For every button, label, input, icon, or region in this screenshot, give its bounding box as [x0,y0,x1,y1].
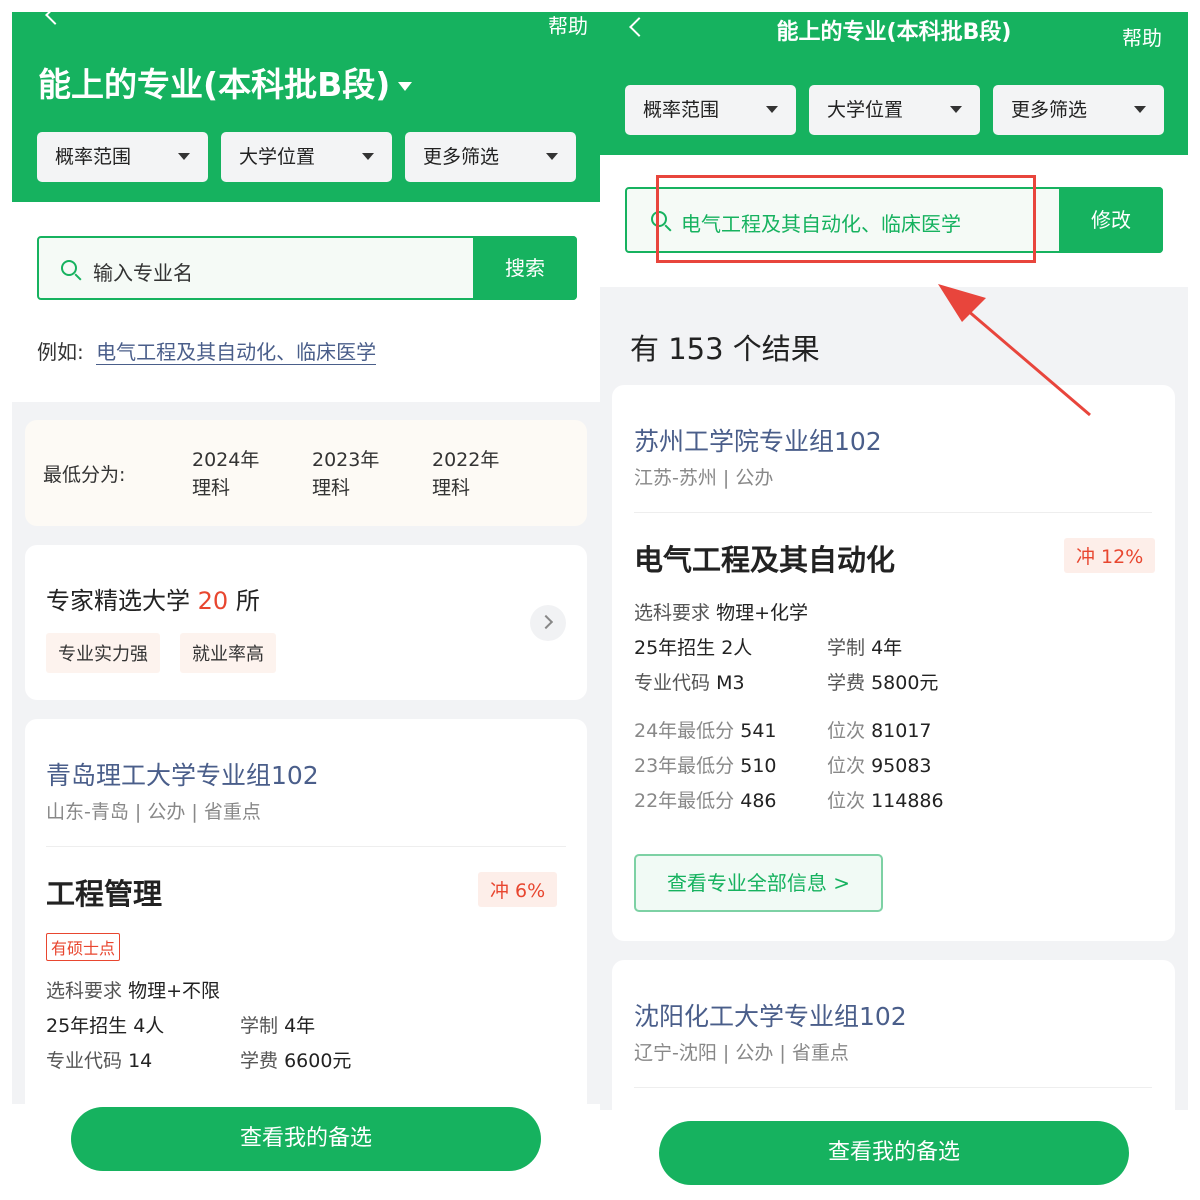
divider [634,1087,1152,1088]
year-2023[interactable]: 2023年 理科 [312,446,379,502]
filter-probability[interactable]: 概率范围 [625,85,796,135]
score-2022: 22年最低分 486 [634,790,777,812]
rank-2024: 位次 81017 [827,720,932,742]
subject-requirement: 选科要求 物理+化学 [634,602,808,624]
enrollment: 25年招生 4人 [46,1015,165,1037]
caret-down-icon [362,153,374,160]
bottom-bar: 查看我的备选 [12,1104,600,1194]
min-score-card: 最低分为: 2024年 理科 2023年 理科 2022年 理科 [25,420,587,526]
school-meta: 辽宁-沈阳 | 公办 | 省重点 [634,1042,849,1064]
caret-down-icon [950,106,962,113]
search-section: 输入专业名 搜索 例如: 电气工程及其自动化、临床医学 [12,202,600,402]
view-favorites-button[interactable]: 查看我的备选 [71,1107,541,1171]
header: 帮助 能上的专业(本科批B段) 概率范围 大学位置 更多筛选 [12,12,600,202]
example-link[interactable]: 电气工程及其自动化、临床医学 [96,340,377,365]
rush-badge: 冲 6% [478,872,558,907]
expert-title: 专家精选大学 20 所 [46,587,260,615]
school-name[interactable]: 沈阳化工大学专业组102 [634,997,907,1033]
duration: 学制 4年 [240,1015,316,1037]
major-code: 专业代码 14 [46,1050,153,1072]
view-all-info-button[interactable]: 查看专业全部信息 > [634,854,883,912]
help-link[interactable]: 帮助 [548,12,588,39]
school-card[interactable]: 苏州工学院专业组102 江苏-苏州 | 公办 电气工程及其自动化 冲 12% 选… [612,385,1175,941]
rank-2023: 位次 95083 [827,755,932,777]
score-2023: 23年最低分 510 [634,755,777,777]
caret-down-icon [178,153,190,160]
divider [634,512,1152,513]
school-card[interactable]: 青岛理工大学专业组102 山东-青岛 | 公办 | 省重点 工程管理 冲 6% … [25,719,587,1139]
divider [46,846,566,847]
duration: 学制 4年 [827,637,903,659]
school-meta: 山东-青岛 | 公办 | 省重点 [46,801,261,823]
left-screen: 帮助 能上的专业(本科批B段) 概率范围 大学位置 更多筛选 输入专业名 搜索 … [12,12,600,1194]
search-placeholder: 输入专业名 [93,261,193,285]
expert-card[interactable]: 专家精选大学 20 所 专业实力强 就业率高 [25,545,587,700]
help-link[interactable]: 帮助 [1122,22,1162,51]
tag-employment: 就业率高 [180,633,276,673]
annotation-arrow-icon [938,284,1091,417]
school-name[interactable]: 苏州工学院专业组102 [634,422,882,458]
tag-strength: 专业实力强 [46,633,160,673]
caret-down-icon [398,82,413,91]
year-2022[interactable]: 2022年 理科 [432,446,499,502]
major-name[interactable]: 工程管理 [46,871,162,913]
header: 能上的专业(本科批B段) 帮助 概率范围 大学位置 更多筛选 [600,12,1188,155]
modify-button[interactable]: 修改 [1059,187,1163,253]
right-screen: 能上的专业(本科批B段) 帮助 概率范围 大学位置 更多筛选 电气工程及其自动化… [600,12,1188,1194]
results-count: 有 153 个结果 [630,332,820,366]
filter-probability[interactable]: 概率范围 [37,132,208,182]
filter-location[interactable]: 大学位置 [221,132,392,182]
school-name[interactable]: 青岛理工大学专业组102 [46,756,319,792]
bottom-bar: 查看我的备选 [600,1110,1188,1194]
back-arrow-icon[interactable] [45,12,65,25]
major-code: 专业代码 M3 [634,672,745,694]
page-title[interactable]: 能上的专业(本科批B段) [38,58,413,106]
page-title[interactable]: 能上的专业(本科批B段) [600,14,1188,46]
chevron-right-icon[interactable] [530,605,566,641]
master-tag: 有硕士点 [46,933,121,961]
rank-2022: 位次 114886 [827,790,944,812]
filter-more[interactable]: 更多筛选 [993,85,1164,135]
search-button[interactable]: 搜索 [473,236,577,300]
example-row: 例如: 电气工程及其自动化、临床医学 [37,340,377,365]
filter-more[interactable]: 更多筛选 [405,132,576,182]
annotation-highlight-box [656,175,1036,263]
score-2024: 24年最低分 541 [634,720,777,742]
filter-location[interactable]: 大学位置 [809,85,980,135]
rush-badge: 冲 12% [1064,538,1156,573]
enrollment: 25年招生 2人 [634,637,753,659]
school-meta: 江苏-苏州 | 公办 [634,467,774,489]
tuition: 学费 6600元 [240,1050,352,1072]
caret-down-icon [1134,106,1146,113]
year-2024[interactable]: 2024年 理科 [192,446,259,502]
subject-requirement: 选科要求 物理+不限 [46,980,220,1002]
view-favorites-button[interactable]: 查看我的备选 [659,1121,1129,1185]
caret-down-icon [546,153,558,160]
tuition: 学费 5800元 [827,672,939,694]
major-name[interactable]: 电气工程及其自动化 [634,537,895,579]
search-icon [61,260,77,276]
caret-down-icon [766,106,778,113]
search-input[interactable]: 输入专业名 搜索 [37,236,577,300]
